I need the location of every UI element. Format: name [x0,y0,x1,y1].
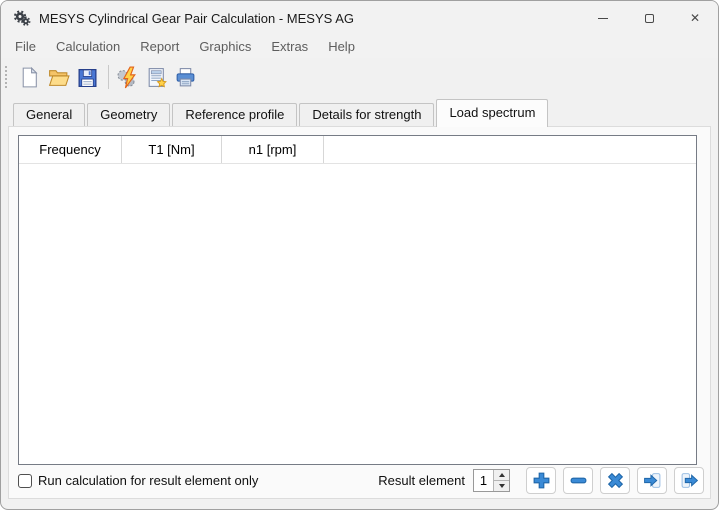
open-file-button[interactable] [44,63,73,92]
close-icon: ✕ [690,12,700,24]
close-button[interactable]: ✕ [672,1,718,35]
printer-icon [174,66,197,89]
spin-down-icon [499,484,505,488]
arrow-out-of-document-icon [680,471,699,490]
arrow-into-document-icon [643,471,662,490]
new-document-button[interactable] [15,63,44,92]
window-bottom-margin [1,499,718,510]
mesys-gears-logo-icon [13,9,31,27]
tab-load-spectrum[interactable]: Load spectrum [436,99,548,127]
footer-right-group: Result element 1 [378,467,704,494]
print-button[interactable] [171,63,200,92]
spin-down-button[interactable] [494,481,509,491]
maximize-button[interactable] [626,1,672,35]
menu-help[interactable]: Help [322,37,361,56]
cross-icon [606,471,625,490]
spinner-buttons [493,470,509,491]
column-header-n1[interactable]: n1 [rpm] [222,136,324,163]
run-calculation-label: Run calculation for result element only [38,473,258,488]
menu-file[interactable]: File [9,37,42,56]
add-load-case-button[interactable] [526,467,556,494]
minus-icon [569,471,588,490]
run-calculation-checkbox[interactable] [18,474,32,488]
save-file-button[interactable] [73,63,102,92]
maximize-icon [645,14,654,23]
load-spectrum-table[interactable]: Frequency T1 [Nm] n1 [rpm] [18,135,697,465]
tab-bar: General Geometry Reference profile Detai… [1,96,718,126]
result-element-value[interactable]: 1 [474,470,493,491]
menu-report[interactable]: Report [134,37,185,56]
tab-geometry[interactable]: Geometry [87,103,170,126]
toolbar-drag-handle[interactable] [5,66,7,88]
tab-details-for-strength[interactable]: Details for strength [299,103,434,126]
load-spectrum-pane: Frequency T1 [Nm] n1 [rpm] Run calculati… [8,126,711,499]
spin-up-icon [499,473,505,477]
tab-reference-profile[interactable]: Reference profile [172,103,297,126]
clear-load-cases-button[interactable] [600,467,630,494]
calculate-button[interactable] [113,63,142,92]
minimize-icon [598,18,608,19]
table-header-row: Frequency T1 [Nm] n1 [rpm] [19,136,696,164]
menu-extras[interactable]: Extras [265,37,314,56]
save-floppy-icon [76,66,99,89]
toolbar [1,58,718,96]
import-load-spectrum-button[interactable] [637,467,667,494]
tab-general[interactable]: General [13,103,85,126]
title-bar: MESYS Cylindrical Gear Pair Calculation … [1,1,718,35]
menu-bar: File Calculation Report Graphics Extras … [1,35,718,58]
new-document-icon [18,66,41,89]
calculate-lightning-icon [116,66,139,89]
window-controls: ✕ [580,1,718,35]
toolbar-separator [108,65,109,89]
footer-bar: Run calculation for result element only … [9,463,710,498]
spin-up-button[interactable] [494,470,509,481]
app-window: MESYS Cylindrical Gear Pair Calculation … [0,0,719,510]
minimize-button[interactable] [580,1,626,35]
window-title: MESYS Cylindrical Gear Pair Calculation … [39,11,354,26]
menu-graphics[interactable]: Graphics [193,37,257,56]
open-folder-icon [47,66,70,89]
report-button[interactable] [142,63,171,92]
menu-calculation[interactable]: Calculation [50,37,126,56]
plus-icon [532,471,551,490]
result-element-label: Result element [378,473,465,488]
report-document-icon [145,66,168,89]
column-header-frequency[interactable]: Frequency [19,136,122,163]
remove-load-case-button[interactable] [563,467,593,494]
export-load-spectrum-button[interactable] [674,467,704,494]
result-element-spinbox[interactable]: 1 [473,469,510,492]
column-header-t1[interactable]: T1 [Nm] [122,136,222,163]
